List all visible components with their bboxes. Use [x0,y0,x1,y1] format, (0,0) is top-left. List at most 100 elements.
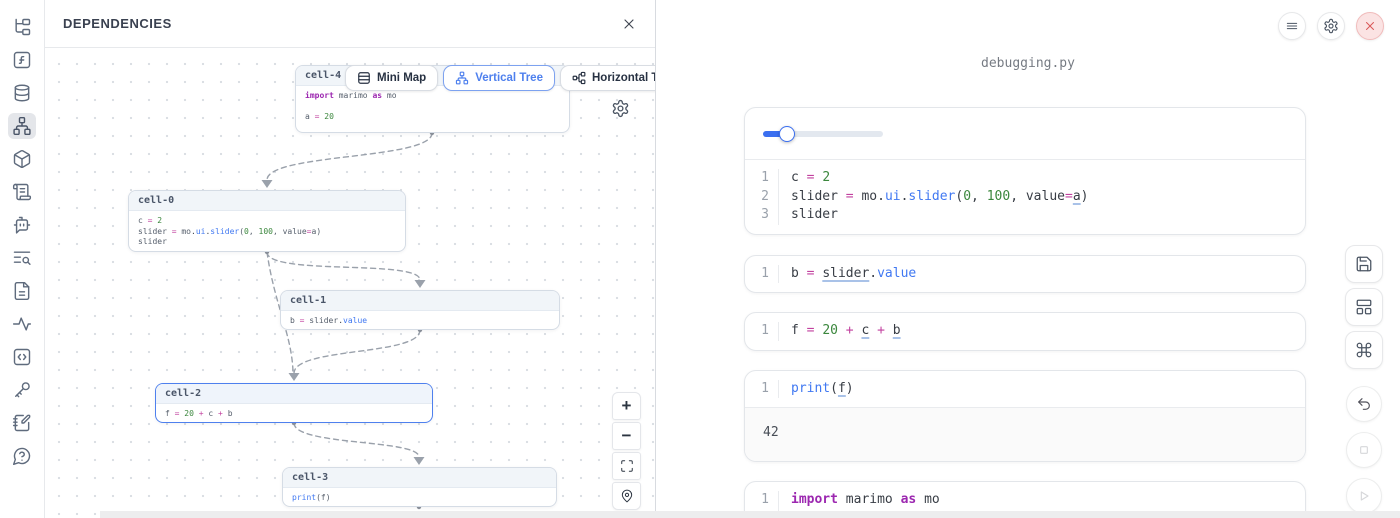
code-line: 3slider [745,206,1305,225]
command-icon [1355,341,1373,359]
fit-view-button[interactable] [612,452,641,480]
layout-select-button[interactable] [1345,288,1383,326]
graph-node-code: b = slider.value [281,311,559,330]
close-panel-button[interactable] [621,16,637,32]
graph-node-code: c = 2slider = mo.ui.slider(0, 100, value… [129,211,405,252]
sidebar-item-logs[interactable] [8,245,36,271]
code-line: 1f = 20 + c + b [745,322,1305,341]
zoom-out-icon: − [622,426,632,446]
sidebar-item-help[interactable] [8,443,36,469]
stop-button[interactable] [1346,432,1382,468]
tracing-icon [12,314,32,334]
graph-node-title: cell-0 [129,191,405,211]
slider-thumb[interactable] [779,126,795,142]
cell-editor[interactable]: 1f = 20 + c + b [745,313,1305,350]
fit-icon [620,459,634,473]
notebook-cell: 1b = slider.value [744,255,1306,294]
sidebar-item-secrets[interactable] [8,377,36,403]
graph-node-code: f = 20 + c + b [156,404,432,423]
line-number: 3 [745,206,779,225]
line-number: 2 [745,188,779,207]
zoom-in-button[interactable]: + [612,392,641,420]
line-number: 1 [745,380,779,399]
chat-icon [12,215,32,235]
console-text: 42 [763,425,779,440]
graph-node-cell-3[interactable]: cell-3print(f) [282,467,557,507]
icon-sidebar [0,0,45,518]
view-button-vertical-tree[interactable]: Vertical Tree [443,65,555,91]
notebook-cell: 1f = 20 + c + b [744,312,1306,351]
sidebar-item-scratchpad[interactable] [8,410,36,436]
notebook-filename[interactable]: debugging.py [656,56,1400,71]
sidebar-item-chat[interactable] [8,212,36,238]
code-line: 1import marimo as mo [745,491,1305,510]
minimap-icon [357,71,371,85]
keyboard-shortcuts-button[interactable] [1345,331,1383,369]
graph-node-code: print(f) [283,488,556,507]
run-icon [1356,488,1372,504]
graph-node-cell-2[interactable]: cell-2f = 20 + c + b [155,383,433,423]
help-icon [12,446,32,466]
code-line: 1b = slider.value [745,265,1305,284]
horizontal-scrollbar[interactable] [100,511,1400,518]
undo-button[interactable] [1346,386,1382,422]
layout-icon [1355,298,1373,316]
view-button-label: Vertical Tree [475,72,543,84]
graph-view-switcher: Mini Map Vertical Tree Horizontal Tree [345,65,655,91]
stop-icon [1356,442,1372,458]
notebook-header-actions [1278,12,1384,40]
zoom-out-button[interactable]: − [612,422,641,450]
line-number: 1 [745,491,779,510]
sidebar-item-functions[interactable] [8,47,36,73]
htree-icon [572,71,586,85]
vtree-icon [455,71,469,85]
pin-icon [620,489,634,503]
cell-editor[interactable]: 1c = 22slider = mo.ui.slider(0, 100, val… [745,160,1305,234]
functions-icon [12,50,32,70]
cell-editor[interactable]: 1b = slider.value [745,256,1305,293]
cell-editor[interactable]: 1print(f) [745,371,1305,408]
sidebar-item-snippets[interactable] [8,344,36,370]
sidebar-item-tracing[interactable] [8,311,36,337]
sidebar-item-packages[interactable] [8,146,36,172]
zoom-in-icon: + [622,396,632,416]
run-button[interactable] [1346,478,1382,514]
notebook-cell: 1print(f) 42 [744,370,1306,463]
undo-icon [1356,396,1372,412]
code-line: 1c = 2 [745,169,1305,188]
dependencies-icon [12,116,32,136]
center-selection-button[interactable] [612,482,641,510]
graph-settings-button[interactable] [611,99,630,121]
snippets-icon [12,347,32,367]
shutdown-icon [1363,19,1377,33]
cell-output-slider [745,108,1305,160]
scratchpad-icon [12,413,32,433]
graph-node-cell-1[interactable]: cell-1b = slider.value [280,290,560,330]
outline-icon [12,182,32,202]
notebook-cell: 1c = 22slider = mo.ui.slider(0, 100, val… [744,107,1306,235]
view-button-horizontal-tree[interactable]: Horizontal Tree [560,65,655,91]
graph-node-title: cell-2 [156,384,432,404]
sidebar-item-datasets[interactable] [8,80,36,106]
notebook-settings-button[interactable] [1317,12,1345,40]
sidebar-item-outline[interactable] [8,179,36,205]
graph-node-cell-0[interactable]: cell-0c = 2slider = mo.ui.slider(0, 100,… [128,190,406,252]
shutdown-button[interactable] [1356,12,1384,40]
graph-node-title: cell-1 [281,291,559,311]
sidebar-item-dependencies[interactable] [8,113,36,139]
graph-node-code: import marimo as mo a = 20 [296,86,569,128]
gear-icon [1323,18,1339,34]
file-explorer-icon [12,17,32,37]
sidebar-item-file-explorer[interactable] [8,14,36,40]
save-button[interactable] [1345,245,1383,283]
slider-track[interactable] [763,131,883,137]
dependency-graph-canvas[interactable]: cell-4import marimo as mo a = 20cell-0c … [45,48,655,518]
line-number: 1 [745,322,779,341]
sidebar-item-documentation[interactable] [8,278,36,304]
notebook-side-actions [1345,245,1383,518]
menu-icon [1285,19,1299,33]
view-button-mini-map[interactable]: Mini Map [345,65,438,91]
documentation-icon [12,281,32,301]
notebook-menu-button[interactable] [1278,12,1306,40]
gear-icon [611,99,630,118]
